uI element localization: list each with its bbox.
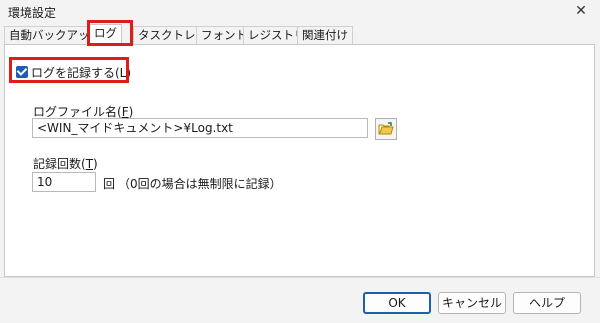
record-count-note: （0回の場合は無制限に記録） xyxy=(118,177,282,191)
tab-label: ログ xyxy=(94,26,117,40)
tab-association[interactable]: 関連付け xyxy=(297,26,353,44)
record-count-label: 記録回数(T) xyxy=(33,155,98,172)
tab-label: フォント xyxy=(201,28,247,42)
browse-folder-button[interactable] xyxy=(375,118,397,140)
cancel-button[interactable]: キャンセル xyxy=(438,292,506,314)
log-enable-label: ログを記録する(L) xyxy=(31,65,132,80)
checkbox-checked-icon[interactable] xyxy=(16,66,28,78)
log-enable-checkbox[interactable]: ログを記録する(L) xyxy=(16,64,131,80)
folder-open-icon xyxy=(378,122,394,135)
divider xyxy=(0,277,600,278)
label-text: ログファイル名( xyxy=(33,105,122,119)
tab-bar: 自動バックアップ ログ タスクトレイ フォント レジストリ 関連付け xyxy=(0,24,600,45)
label-text: ) xyxy=(128,105,134,119)
label-accesskey: T xyxy=(85,157,94,171)
tab-label: 自動バックアップ xyxy=(9,28,101,42)
record-count-unit: 回 xyxy=(103,177,116,191)
window-title: 環境設定 xyxy=(8,6,57,20)
label-text: ) xyxy=(93,157,98,171)
log-filename-input[interactable]: <WIN_マイドキュメント>¥Log.txt xyxy=(32,118,368,138)
record-count-input[interactable]: 10 xyxy=(32,172,96,192)
label-text: 記録回数( xyxy=(33,157,86,171)
ok-button[interactable]: OK xyxy=(363,292,431,314)
tab-label: 関連付け xyxy=(302,28,348,42)
label-accesskey: F xyxy=(121,105,129,119)
close-button[interactable]: ✕ xyxy=(572,2,590,20)
title-bar: 環境設定 ✕ xyxy=(0,0,600,22)
help-button[interactable]: ヘルプ xyxy=(513,292,581,314)
tab-log[interactable]: ログ xyxy=(89,24,122,45)
